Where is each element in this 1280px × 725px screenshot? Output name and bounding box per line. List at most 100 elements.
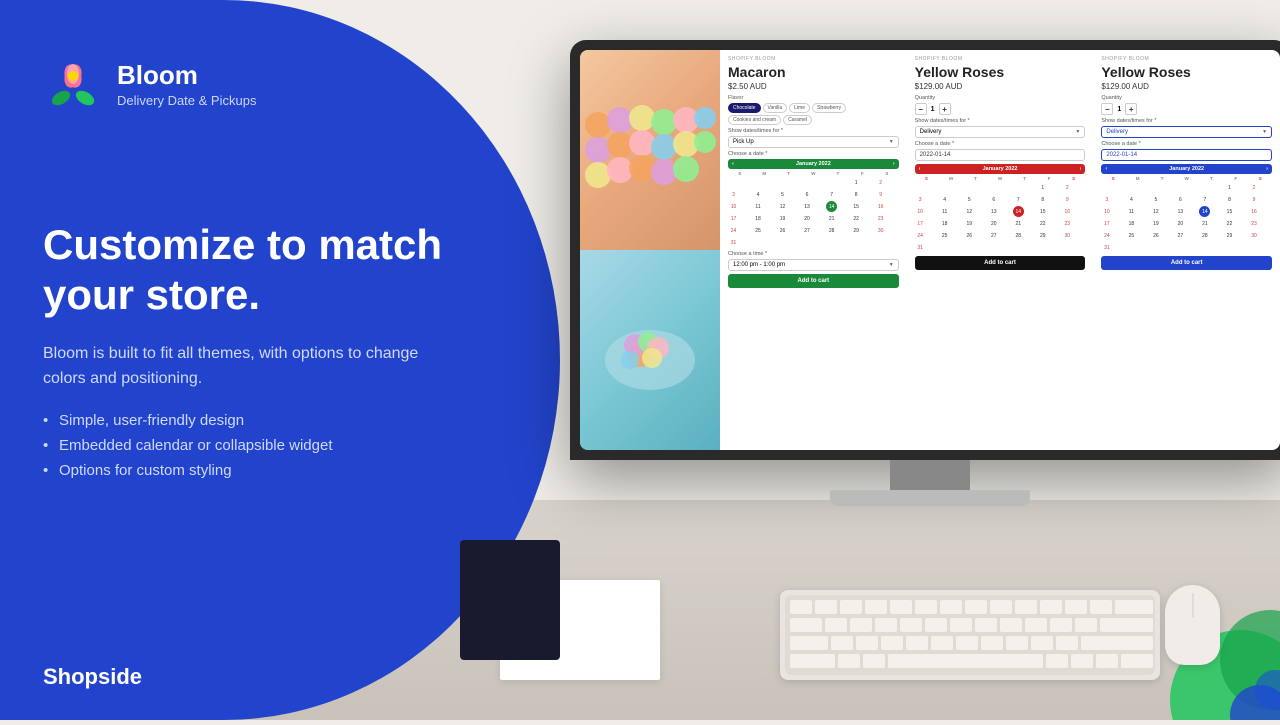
qty-label-2: Quantity <box>915 95 1086 101</box>
cal-day[interactable]: 11 <box>753 201 764 212</box>
qty-label-3: Quantity <box>1101 95 1272 101</box>
delivery-dropdown-2[interactable]: Delivery ▼ <box>915 126 1086 138</box>
logo-text-block: Bloom Delivery Date & Pickups <box>117 60 256 108</box>
cal-month-1: January 2022 <box>796 161 831 167</box>
cal-day-selected-2[interactable]: 14 <box>1013 206 1024 217</box>
cal-day[interactable]: 25 <box>753 225 764 236</box>
cal-day[interactable]: 17 <box>728 213 739 224</box>
qty-val-2: 1 <box>931 106 935 113</box>
macaron-bottom-image <box>580 250 720 450</box>
qty-minus-3[interactable]: − <box>1101 103 1113 115</box>
logo-title: Bloom <box>117 60 256 91</box>
cal-next-1[interactable]: › <box>893 161 895 167</box>
cal-day[interactable]: 16 <box>875 201 886 212</box>
cal-day[interactable]: 12 <box>777 201 788 212</box>
cal-day-selected-3[interactable]: 14 <box>1199 206 1210 217</box>
cal-day[interactable]: 13 <box>802 201 813 212</box>
cal-day[interactable]: 3 <box>728 189 739 200</box>
feature-item-2: Embedded calendar or collapsible widget <box>43 437 463 454</box>
cal-next-3[interactable]: › <box>1266 166 1268 172</box>
monitor-neck <box>890 460 970 490</box>
cal-day[interactable]: 7 <box>826 189 837 200</box>
cal-day[interactable]: 4 <box>753 189 764 200</box>
macaron-detail-panel: SHOPIFY BLOOM Macaron $2.50 AUD Flavor C… <box>720 50 907 450</box>
cal-next-2[interactable]: › <box>1080 166 1082 172</box>
cal-prev-3[interactable]: ‹ <box>1105 166 1107 172</box>
show-dates-label-1: Show dates/times for * <box>728 128 899 134</box>
cal-day[interactable]: 27 <box>802 225 813 236</box>
flavor-lime[interactable]: Lime <box>789 103 810 113</box>
product-name-1: Macaron <box>728 64 899 80</box>
cal-day[interactable]: 22 <box>851 213 862 224</box>
show-dates-label-3: Show dates/times for * <box>1101 118 1272 124</box>
choose-time-label: Choose a time * <box>728 251 899 257</box>
monitor-base <box>830 490 1030 506</box>
date-input-2[interactable]: 2022-01-14 <box>915 149 1086 161</box>
qty-row-3: − 1 + <box>1101 103 1272 115</box>
cal-day[interactable]: 5 <box>777 189 788 200</box>
qty-plus-2[interactable]: + <box>939 103 951 115</box>
flavor-vanilla[interactable]: Vanilla <box>763 103 788 113</box>
monitor-container: SHOPIFY BLOOM Macaron $2.50 AUD Flavor C… <box>570 40 1280 506</box>
cal-day[interactable]: 26 <box>777 225 788 236</box>
dropdown-arrow-3: ▼ <box>1262 129 1267 135</box>
product-name-2: Yellow Roses <box>915 64 1086 80</box>
cal-day[interactable]: 21 <box>826 213 837 224</box>
shopify-label-2: SHOPIFY BLOOM <box>915 56 1086 62</box>
cal-day[interactable]: 9 <box>875 189 886 200</box>
cal-day[interactable]: 30 <box>875 225 886 236</box>
shopify-label-1: SHOPIFY BLOOM <box>728 56 899 62</box>
shopside-brand: Shopside <box>43 664 142 690</box>
cal-day[interactable]: 28 <box>826 225 837 236</box>
cal-day[interactable]: 23 <box>875 213 886 224</box>
delivery-dropdown-3[interactable]: Delivery ▼ <box>1101 126 1272 138</box>
flavor-label: Flavor <box>728 95 899 101</box>
pickup-dropdown[interactable]: Pick Up ▼ <box>728 136 899 148</box>
cal-day[interactable]: 1 <box>851 177 862 188</box>
add-to-cart-btn-2[interactable]: Add to cart <box>915 256 1086 270</box>
qty-row-2: − 1 + <box>915 103 1086 115</box>
cal-day-selected[interactable]: 14 <box>826 201 837 212</box>
cal-day[interactable]: 20 <box>802 213 813 224</box>
cal-day[interactable]: 10 <box>728 201 739 212</box>
add-to-cart-btn-1[interactable]: Add to cart <box>728 274 899 288</box>
cal-day[interactable]: 18 <box>753 213 764 224</box>
flavor-caramel[interactable]: Caramel <box>783 115 812 125</box>
choose-date-label-1: Choose a date * <box>728 151 899 157</box>
cal-prev-2[interactable]: ‹ <box>919 166 921 172</box>
time-dropdown[interactable]: 12:00 pm - 1:00 pm ▼ <box>728 259 899 271</box>
calendar-grid-1: S M T W T F S 1 2 3 4 <box>728 171 899 248</box>
cal-day[interactable]: 15 <box>851 201 862 212</box>
flavor-cookies[interactable]: Cookies and cream <box>728 115 781 125</box>
cal-day[interactable]: 2 <box>875 177 886 188</box>
calendar-header-2: ‹ January 2022 › <box>915 164 1086 174</box>
cal-day[interactable]: 31 <box>728 237 739 248</box>
logo-area: Bloom Delivery Date & Pickups <box>43 54 256 114</box>
cal-day[interactable]: 8 <box>851 189 862 200</box>
product-images-panel <box>580 50 720 450</box>
cal-day[interactable]: 24 <box>728 225 739 236</box>
calendar-grid-2: S M T W T F S 1 2 3 4 5 6 <box>915 176 1086 253</box>
cal-day[interactable]: 6 <box>802 189 813 200</box>
headline-description: Bloom is built to fit all themes, with o… <box>43 341 463 392</box>
cal-day[interactable]: 19 <box>777 213 788 224</box>
flavor-chocolate[interactable]: Chocolate <box>728 103 761 113</box>
cal-day[interactable]: 29 <box>851 225 862 236</box>
cal-prev-1[interactable]: ‹ <box>732 161 734 167</box>
time-dropdown-arrow: ▼ <box>889 262 894 268</box>
date-input-3[interactable]: 2022-01-14 <box>1101 149 1272 161</box>
qty-val-3: 1 <box>1117 106 1121 113</box>
add-to-cart-btn-3[interactable]: Add to cart <box>1101 256 1272 270</box>
choose-date-label-3: Choose a date * <box>1101 141 1272 147</box>
monitor-frame: SHOPIFY BLOOM Macaron $2.50 AUD Flavor C… <box>570 40 1280 460</box>
calendar-header-1: ‹ January 2022 › <box>728 159 899 169</box>
cal-month-3: January 2022 <box>1169 166 1204 172</box>
qty-plus-3[interactable]: + <box>1125 103 1137 115</box>
qty-minus-2[interactable]: − <box>915 103 927 115</box>
flavor-strawberry[interactable]: Strawberry <box>812 103 846 113</box>
calendar-header-3: ‹ January 2022 › <box>1101 164 1272 174</box>
clipboard <box>460 540 560 660</box>
headline-text: Customize to match your store. <box>43 220 463 321</box>
product-name-3: Yellow Roses <box>1101 64 1272 80</box>
dropdown-arrow-1: ▼ <box>889 139 894 145</box>
